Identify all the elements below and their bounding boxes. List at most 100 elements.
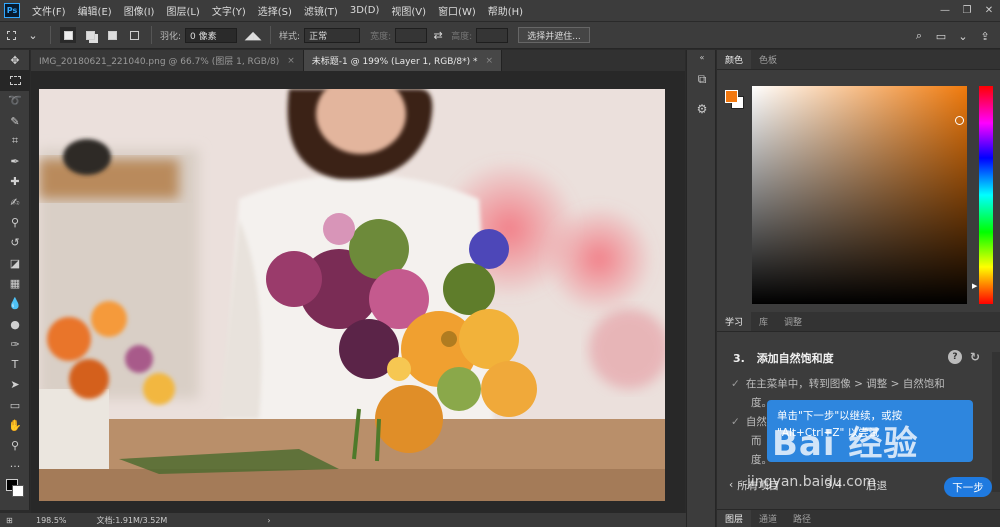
canvas-image[interactable] (39, 89, 665, 501)
tab-learn[interactable]: 学习 (717, 312, 752, 331)
status-arrow-icon[interactable]: › (267, 516, 270, 525)
menu-filter[interactable]: 滤镜(T) (298, 3, 344, 18)
search-icon[interactable]: ⌕ (911, 28, 927, 44)
menu-file[interactable]: 文件(F) (26, 3, 72, 18)
menu-image[interactable]: 图像(I) (118, 3, 161, 18)
menu-select[interactable]: 选择(S) (252, 3, 298, 18)
instruction-line: ✓ 在主菜单中，转到图像 > 调整 > 自然饱和 (731, 378, 945, 390)
menu-3d[interactable]: 3D(D) (344, 5, 386, 16)
hue-slider-marker-icon[interactable]: ▶ (972, 282, 977, 290)
zoom-tool-icon[interactable]: ⚲ (0, 436, 30, 456)
menu-layer[interactable]: 图层(L) (160, 3, 205, 18)
gradient-tool-icon[interactable]: ▦ (0, 273, 30, 293)
menu-edit[interactable]: 编辑(E) (72, 3, 118, 18)
type-tool-icon[interactable]: T (0, 354, 30, 374)
marquee-tool-icon[interactable] (0, 70, 30, 91)
style-select[interactable]: 正常 (304, 27, 361, 43)
tab-layers[interactable]: 图层 (717, 510, 752, 527)
reset-icon[interactable]: ↻ (968, 350, 982, 364)
info-icon: ⊞ (6, 515, 13, 525)
eraser-tool-icon[interactable]: ◪ (0, 253, 30, 273)
right-panels: 颜色 色板 ▶ 学习 库 调整 3. 添加自然饱和度 ? ↻ ✓ 在主菜单中，转到… (717, 50, 1000, 527)
width-input[interactable] (395, 27, 428, 43)
subtract-selection-icon[interactable] (104, 27, 120, 43)
tab-color[interactable]: 颜色 (717, 50, 752, 69)
instruction-line: ✓ 自然 (731, 416, 767, 428)
share-icon[interactable]: ⇪ (977, 28, 993, 44)
new-selection-icon[interactable] (60, 27, 76, 43)
window-controls: — ❐ ✕ (934, 0, 1000, 21)
color-picker-field[interactable] (752, 86, 967, 304)
doc-tab-img[interactable]: IMG_20180621_221040.png @ 66.7% (图层 1, R… (31, 50, 304, 71)
more-tools-icon[interactable]: ··· (0, 456, 30, 476)
move-tool-icon[interactable]: ✥ (0, 50, 30, 70)
collapse-icon[interactable]: « (687, 50, 717, 64)
color-panel: 颜色 色板 ▶ (717, 50, 1000, 305)
select-and-mask-button[interactable]: 选择并遮住... (518, 27, 590, 43)
menu-help[interactable]: 帮助(H) (482, 3, 529, 18)
marquee-tool-preset-icon[interactable] (3, 27, 19, 43)
rectangle-tool-icon[interactable]: ▭ (0, 395, 30, 415)
hand-tool-icon[interactable]: ✋ (0, 415, 30, 435)
pen-tool-icon[interactable]: ✑ (0, 334, 30, 354)
feather-label: 羽化: (160, 31, 182, 42)
add-selection-icon[interactable] (82, 27, 98, 43)
lasso-tool-icon[interactable]: ➰ (0, 91, 30, 111)
background-swatch[interactable] (12, 485, 24, 498)
history-brush-tool-icon[interactable]: ↺ (0, 233, 30, 253)
chevron-down-icon[interactable]: ⌄ (955, 28, 971, 44)
tab-libraries[interactable]: 库 (751, 312, 776, 331)
anti-alias-icon[interactable]: ◢◣ (245, 27, 262, 43)
workspace-icon[interactable]: ▭ (933, 28, 949, 44)
minimize-button[interactable]: — (934, 0, 956, 21)
next-button[interactable]: 下一步 (944, 477, 992, 497)
tab-paths[interactable]: 路径 (785, 510, 819, 527)
eyedropper-tool-icon[interactable]: ✒ (0, 151, 30, 171)
color-panel-tabs: 颜色 色板 (717, 50, 1000, 70)
brush-tool-icon[interactable]: ✍ (0, 192, 30, 212)
menu-bar: Ps 文件(F) 编辑(E) 图像(I) 图层(L) 文字(Y) 选择(S) 滤… (0, 0, 1000, 21)
zoom-level[interactable]: 198.5% (36, 516, 67, 525)
dodge-tool-icon[interactable]: ● (0, 314, 30, 334)
step-icons: ? ↻ (942, 350, 982, 364)
swap-icon[interactable]: ⇄ (430, 27, 446, 43)
tab-adjustments[interactable]: 调整 (776, 312, 810, 331)
hue-slider[interactable] (979, 86, 993, 304)
baidu-watermark-url: jingyan.baidu.com (747, 474, 877, 490)
healing-brush-tool-icon[interactable]: ✚ (0, 172, 30, 192)
close-button[interactable]: ✕ (978, 0, 1000, 21)
chevron-left-icon[interactable]: ‹ (729, 479, 733, 491)
doc-tab-untitled[interactable]: 未标题-1 @ 199% (Layer 1, RGB/8*) * × (303, 50, 503, 71)
foreground-color-swatch[interactable] (725, 90, 738, 103)
status-bar: ⊞ 198.5% 文档:1.91M/3.52M › (0, 513, 686, 527)
close-icon[interactable]: × (287, 56, 295, 66)
properties-panel-icon[interactable]: ⚙ (687, 94, 717, 124)
help-icon[interactable]: ? (948, 350, 962, 364)
path-selection-tool-icon[interactable]: ➤ (0, 375, 30, 395)
close-icon[interactable]: × (486, 56, 494, 66)
quick-select-tool-icon[interactable]: ✎ (0, 111, 30, 131)
canvas-area[interactable] (31, 71, 685, 513)
chevron-down-icon[interactable]: ⌄ (25, 27, 41, 43)
color-swatches[interactable] (0, 476, 30, 502)
menu-window[interactable]: 窗口(W) (432, 3, 482, 18)
menu-view[interactable]: 视图(V) (385, 3, 432, 18)
tab-channels[interactable]: 通道 (751, 510, 785, 527)
height-input[interactable] (476, 27, 509, 43)
crop-tool-icon[interactable]: ⌗ (0, 131, 30, 151)
blur-tool-icon[interactable]: 💧 (0, 294, 30, 314)
tab-swatches[interactable]: 色板 (751, 50, 785, 69)
feather-input[interactable]: 0 像素 (185, 27, 238, 43)
restore-button[interactable]: ❐ (956, 0, 978, 21)
clone-stamp-tool-icon[interactable]: ⚲ (0, 212, 30, 232)
divider (151, 26, 152, 44)
learn-scrollbar[interactable] (992, 352, 1000, 492)
divider (270, 26, 272, 44)
document-size: 文档:1.91M/3.52M (96, 515, 168, 525)
history-panel-icon[interactable]: ⧉ (687, 64, 717, 94)
menu-type[interactable]: 文字(Y) (206, 3, 252, 18)
intersect-selection-icon[interactable] (126, 27, 142, 43)
baidu-watermark: Bai 经验 (772, 424, 919, 464)
color-picker-ring[interactable] (955, 116, 964, 125)
style-label: 样式: (279, 31, 301, 42)
